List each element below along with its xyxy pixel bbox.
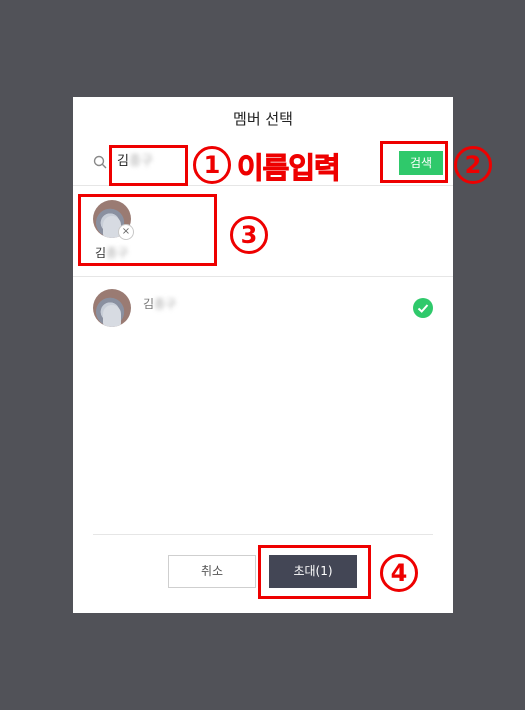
cancel-button[interactable]: 취소 bbox=[168, 555, 256, 588]
avatar bbox=[93, 289, 131, 327]
annotation-box-search-input bbox=[109, 145, 188, 186]
annotation-step-2: 2 bbox=[454, 146, 492, 184]
check-circle-icon[interactable] bbox=[413, 298, 433, 318]
annotation-enter-name-text: 이름입력 bbox=[237, 151, 342, 186]
annotation-box-search-button bbox=[380, 141, 448, 183]
annotation-step-4: 4 bbox=[380, 554, 418, 592]
annotation-box-selected-chip bbox=[78, 194, 217, 266]
annotation-step-1: 1 bbox=[193, 146, 231, 184]
member-name-blurred: 종구 bbox=[154, 297, 177, 311]
dialog-title: 멤버 선택 bbox=[233, 110, 293, 128]
search-icon bbox=[93, 155, 107, 169]
member-list-item[interactable]: 김종구 bbox=[73, 287, 453, 331]
annotation-step-3: 3 bbox=[230, 216, 268, 254]
annotation-box-invite-button bbox=[258, 545, 371, 599]
member-name: 김종구 bbox=[143, 295, 176, 312]
member-name-prefix: 김 bbox=[143, 297, 155, 311]
divider-middle bbox=[73, 276, 453, 277]
divider-footer bbox=[93, 534, 433, 535]
